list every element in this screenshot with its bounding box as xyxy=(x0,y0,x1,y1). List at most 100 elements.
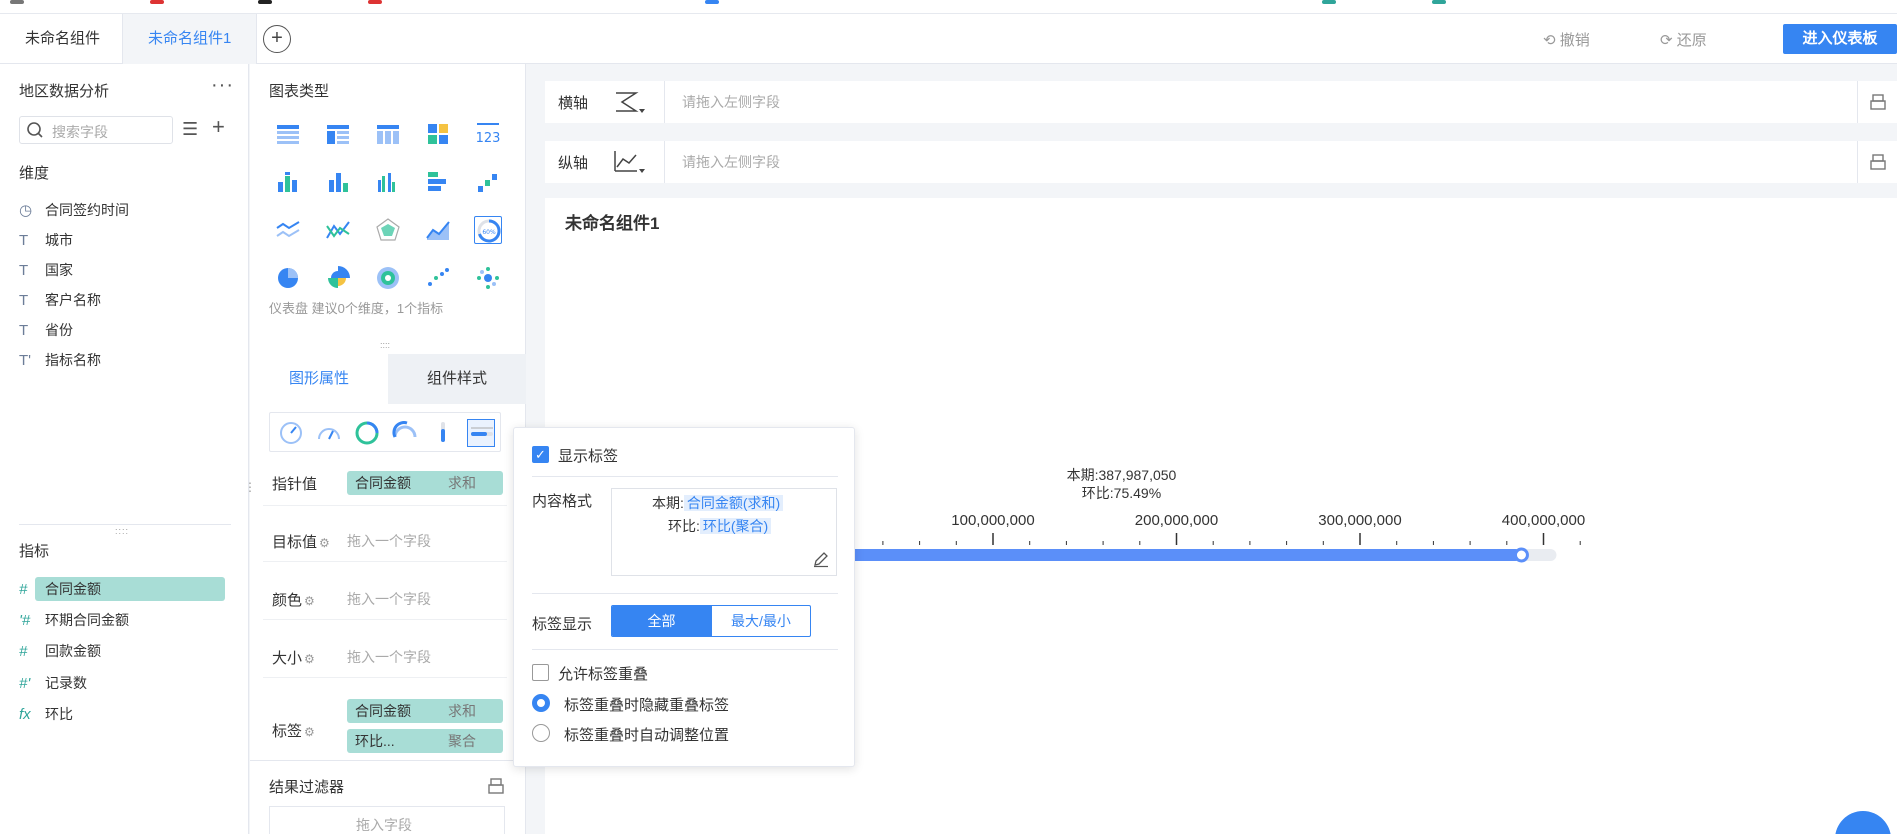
filter-broom-icon[interactable] xyxy=(486,776,506,796)
field-search-input[interactable]: 搜索字段 xyxy=(19,116,173,144)
undo-label: 撤销 xyxy=(1559,32,1590,49)
color-label: 颜色 ⚙ xyxy=(272,592,315,609)
waterfall-icon[interactable] xyxy=(474,168,502,196)
gauge-ring-icon[interactable] xyxy=(353,419,381,447)
radar-chart-icon[interactable] xyxy=(374,216,402,244)
browser-bookmark-strip xyxy=(0,0,1897,14)
segment-max-min[interactable]: 最大/最小 xyxy=(711,606,810,636)
add-tab-button[interactable]: + xyxy=(263,25,291,53)
rose-chart-icon[interactable] xyxy=(324,264,352,292)
y-axis-clear[interactable] xyxy=(1857,141,1897,183)
kpi-number-icon[interactable]: 123 xyxy=(474,120,502,148)
x-axis-drop-zone[interactable]: 请拖入左侧字段 xyxy=(664,81,1824,123)
label-field-pill[interactable]: 环比... 聚合 xyxy=(347,729,503,753)
pointer-value-field-pill[interactable]: 合同金额 求和 xyxy=(347,471,503,495)
color-row: 颜色 ⚙ 拖入一个字段 xyxy=(263,576,507,620)
measure-field[interactable]: # 合同金额 xyxy=(19,577,225,601)
bookmark-icon[interactable] xyxy=(10,0,24,4)
x-axis-clear[interactable] xyxy=(1857,81,1897,123)
dimension-field[interactable]: T' 指标名称 xyxy=(19,348,101,372)
result-filter-drop-zone[interactable]: 拖入字段 xyxy=(269,806,505,834)
scatter-chart-icon[interactable] xyxy=(424,264,452,292)
dimension-field[interactable]: T 城市 xyxy=(19,228,73,252)
show-label-checkbox[interactable]: ✓ xyxy=(532,446,549,463)
redo-button[interactable]: ⟳ 还原 xyxy=(1660,29,1707,50)
grouped-bar-icon[interactable] xyxy=(374,168,402,196)
cross-table-icon[interactable] xyxy=(374,120,402,148)
bookmark-icon[interactable] xyxy=(150,0,164,4)
sort-fields-icon[interactable]: ☰ xyxy=(182,119,198,140)
bubble-chart-icon[interactable] xyxy=(474,264,502,292)
pointer-value-row: 指针值 合同金额 求和 xyxy=(263,460,507,506)
gauge-tick-label: 300,000,000 xyxy=(1318,512,1401,529)
chart-config-panel: 图表类型 123 60% 仪表盘 建议0个维度，1个指标 :::: 图形属性 组… xyxy=(250,64,526,834)
horizontal-bar-icon[interactable] xyxy=(424,168,452,196)
target-value-drop-zone[interactable]: 拖入一个字段 xyxy=(347,531,431,551)
undo-button[interactable]: ⟲ 撤销 xyxy=(1543,29,1590,50)
tab-component-0[interactable]: 未命名组件 xyxy=(0,14,125,64)
enter-dashboard-button[interactable]: 进入仪表板 xyxy=(1783,24,1897,54)
dimension-field[interactable]: T 国家 xyxy=(19,258,73,282)
hide-overlap-radio[interactable] xyxy=(532,694,550,712)
multi-pie-icon[interactable] xyxy=(374,264,402,292)
bookmark-icon[interactable] xyxy=(1432,0,1446,4)
label-field-pill[interactable]: 合同金额 求和 xyxy=(347,699,503,723)
area-chart-icon[interactable] xyxy=(424,216,452,244)
polyline-icon[interactable] xyxy=(324,216,352,244)
target-value-label: 目标值 ⚙ xyxy=(272,534,330,551)
allow-overlap-checkbox[interactable] xyxy=(532,664,549,681)
gauge-thermometer-icon[interactable] xyxy=(429,419,457,447)
gauge-percent-icon[interactable] xyxy=(391,419,419,447)
table-chart-icon[interactable] xyxy=(274,120,302,148)
property-tabs: 图形属性 组件样式 xyxy=(250,354,526,404)
tab-component-style[interactable]: 组件样式 xyxy=(388,354,526,404)
format-line-current: 本期: 合同金额(求和) xyxy=(652,493,784,513)
gauge-dial-icon[interactable] xyxy=(277,419,305,447)
measure-field[interactable]: '# 环期合同金额 xyxy=(19,608,129,632)
popover-divider xyxy=(532,593,838,594)
bar-chart-icon[interactable] xyxy=(324,168,352,196)
bookmark-icon[interactable] xyxy=(705,0,719,4)
tab-component-1[interactable]: 未命名组件1 xyxy=(122,14,258,64)
dimension-field[interactable]: T 省份 xyxy=(19,318,73,342)
y-axis-drop-zone[interactable]: 请拖入左侧字段 xyxy=(664,141,1824,183)
label-display-segmented: 全部 最大/最小 xyxy=(611,605,811,637)
gauge-half-icon[interactable] xyxy=(315,419,343,447)
label-settings-popover: ✓ 显示标签 内容格式 本期: 合同金额(求和) 环比: 环比(聚合) 标签显示 全… xyxy=(513,427,855,767)
stacked-bar-icon[interactable] xyxy=(274,168,302,196)
search-icon xyxy=(27,122,43,138)
auto-adjust-text: 标签重叠时自动调整位置 xyxy=(564,727,730,744)
bookmark-icon[interactable] xyxy=(1322,0,1336,4)
text-type-icon: T xyxy=(19,262,29,279)
group-table-icon[interactable] xyxy=(324,120,352,148)
line-chart-icon[interactable] xyxy=(274,216,302,244)
size-drop-zone[interactable]: 拖入一个字段 xyxy=(347,647,431,667)
drag-handle-icon[interactable]: ⋮ xyxy=(244,480,256,494)
resize-handle-icon[interactable]: :::: xyxy=(115,526,129,536)
tab-graphic-properties[interactable]: 图形属性 xyxy=(250,354,388,404)
gauge-chart-icon[interactable]: 60% xyxy=(474,216,502,244)
bookmark-icon[interactable] xyxy=(258,0,272,4)
axis-type-dropdown-icon[interactable] xyxy=(611,147,647,177)
gauge-progress-bar-icon[interactable] xyxy=(467,419,495,447)
measure-field[interactable]: fx 环比 xyxy=(19,702,73,726)
edit-icon[interactable] xyxy=(812,550,830,568)
measure-field[interactable]: #' 记录数 xyxy=(19,671,87,695)
measure-section-label: 指标 xyxy=(19,543,50,560)
dimension-field[interactable]: ◷ 合同签约时间 xyxy=(19,198,129,222)
auto-adjust-radio[interactable] xyxy=(532,724,550,742)
dimension-field[interactable]: T 客户名称 xyxy=(19,288,101,312)
content-format-editor[interactable]: 本期: 合同金额(求和) 环比: 环比(聚合) xyxy=(611,488,837,576)
number-type-icon: # xyxy=(19,643,28,660)
more-icon[interactable]: ··· xyxy=(211,74,234,97)
color-drop-zone[interactable]: 拖入一个字段 xyxy=(347,589,431,609)
segment-all[interactable]: 全部 xyxy=(612,606,711,636)
resize-handle-icon[interactable]: :::: xyxy=(380,340,390,350)
pie-chart-icon[interactable] xyxy=(274,264,302,292)
bookmark-icon[interactable] xyxy=(368,0,382,4)
size-label: 大小 ⚙ xyxy=(272,650,315,667)
kpi-grid-icon[interactable] xyxy=(424,120,452,148)
axis-type-dropdown-icon[interactable] xyxy=(611,87,647,117)
measure-field[interactable]: # 回款金额 xyxy=(19,639,101,663)
add-field-icon[interactable]: + xyxy=(212,114,225,140)
